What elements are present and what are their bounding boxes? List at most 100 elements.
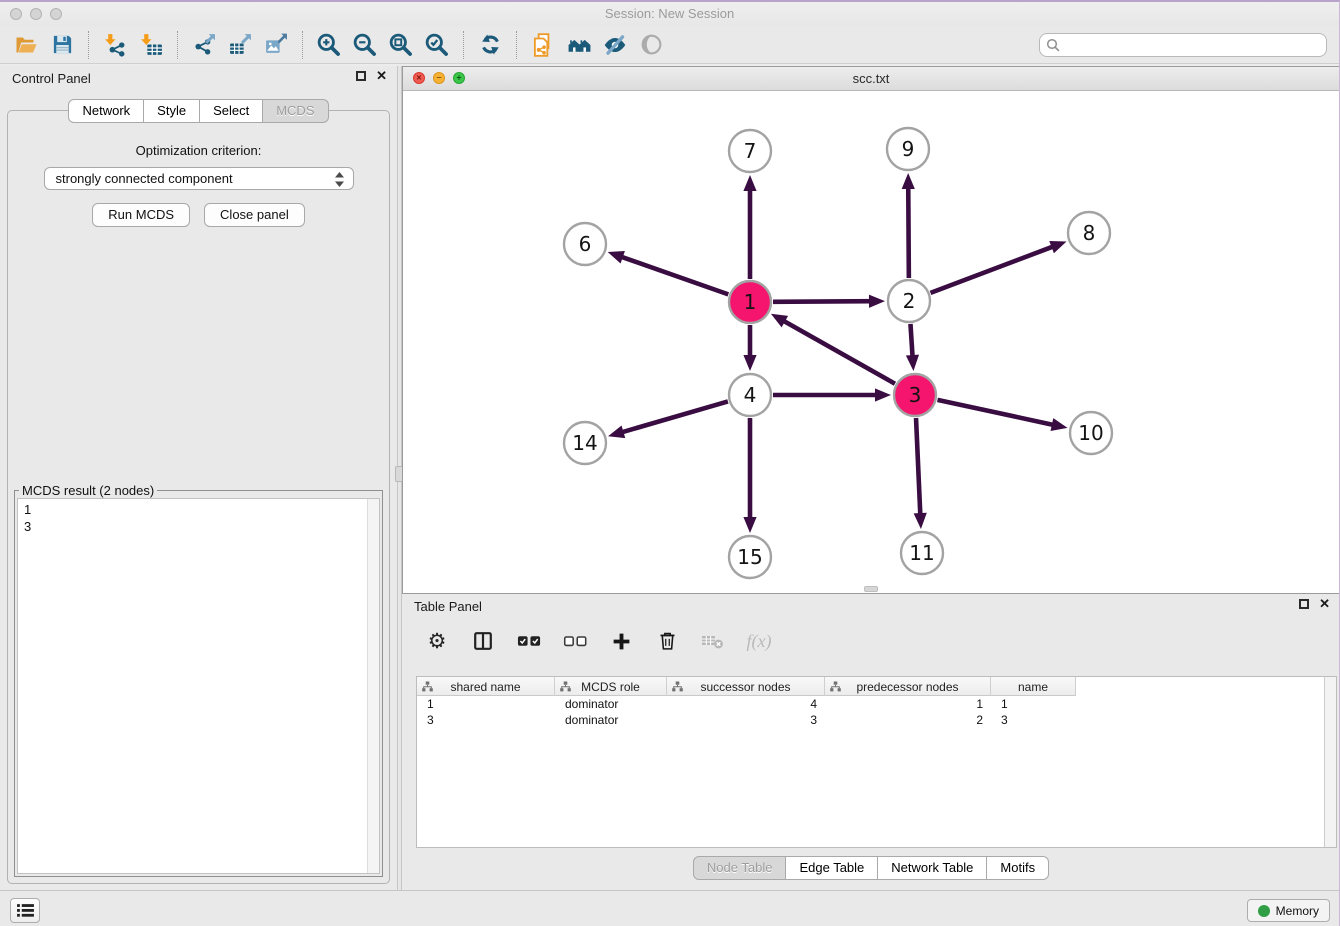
tab-network-table[interactable]: Network Table: [878, 856, 987, 880]
close-table-panel-icon[interactable]: ✕: [1319, 599, 1330, 609]
table-cell[interactable]: 1: [825, 697, 991, 711]
memory-button[interactable]: Memory: [1247, 899, 1330, 922]
criterion-dropdown[interactable]: strongly connected component: [44, 167, 354, 190]
search-icon: [1046, 38, 1061, 53]
export-image-button[interactable]: [258, 29, 294, 61]
graph-node-label-6: 6: [579, 232, 592, 256]
task-history-button[interactable]: [10, 898, 40, 923]
graph-edge-2-9[interactable]: [908, 186, 909, 278]
column-header-predecessor-nodes[interactable]: predecessor nodes: [825, 677, 991, 696]
graph-edge-arrowhead: [875, 388, 891, 401]
graph-edge-3-10[interactable]: [937, 400, 1054, 425]
mcds-result-title: MCDS result (2 nodes): [19, 483, 157, 498]
graph-edge-3-11[interactable]: [916, 418, 920, 516]
float-table-panel-icon[interactable]: [1299, 599, 1309, 609]
refresh-layout-button[interactable]: [472, 29, 508, 61]
save-session-button[interactable]: [44, 29, 80, 61]
close-panel-button[interactable]: Close panel: [204, 203, 305, 227]
tab-select[interactable]: Select: [200, 99, 263, 123]
search-field-wrap: [1039, 33, 1327, 57]
table-panel-title: Table Panel: [414, 599, 482, 614]
main-toolbar: [0, 26, 1339, 64]
table-cell[interactable]: dominator: [555, 697, 667, 711]
table-mode-button[interactable]: ⚙: [424, 626, 450, 656]
import-table-button[interactable]: [133, 29, 169, 61]
graph-node-label-2: 2: [903, 289, 916, 313]
mcds-result-text[interactable]: 1 3: [18, 499, 367, 873]
graph-edge-4-14[interactable]: [621, 401, 728, 432]
graph-edge-3-1[interactable]: [782, 320, 895, 384]
open-folder-icon: [13, 33, 39, 57]
task-list-icon: [16, 903, 35, 918]
first-neighbors-button[interactable]: [561, 29, 597, 61]
status-bar: Memory: [0, 890, 1339, 926]
close-panel-icon[interactable]: ✕: [376, 71, 387, 81]
column-header-name[interactable]: name: [991, 677, 1076, 696]
tab-mcds[interactable]: MCDS: [263, 99, 328, 123]
graph-edge-1-6[interactable]: [620, 256, 728, 294]
float-panel-icon[interactable]: [356, 71, 366, 81]
export-network-icon: [192, 32, 217, 57]
zoom-selected-button[interactable]: [419, 29, 455, 61]
export-table-button[interactable]: [222, 29, 258, 61]
unselect-all-columns-button[interactable]: [562, 626, 588, 656]
delete-columns-button[interactable]: [654, 626, 680, 656]
tab-node-table[interactable]: Node Table: [693, 856, 787, 880]
column-header-mcds-role[interactable]: MCDS role: [555, 677, 667, 696]
result-scrollbar[interactable]: [367, 499, 379, 873]
column-header-shared-name[interactable]: shared name: [417, 677, 555, 696]
table-cell[interactable]: 2: [825, 713, 991, 727]
table-cell[interactable]: dominator: [555, 713, 667, 727]
tab-edge-table[interactable]: Edge Table: [786, 856, 878, 880]
table-cell[interactable]: 4: [667, 697, 825, 711]
table-cell[interactable]: 1: [417, 697, 555, 711]
node-table: shared nameMCDS rolesuccessor nodesprede…: [416, 676, 1337, 848]
search-input[interactable]: [1039, 33, 1327, 57]
zoom-out-button[interactable]: [347, 29, 383, 61]
control-panel-title: Control Panel: [12, 71, 91, 86]
create-column-button[interactable]: [608, 626, 634, 656]
graph-edge-2-3[interactable]: [910, 324, 912, 358]
dropdown-arrows-icon: [335, 172, 344, 187]
table-cell[interactable]: 3: [991, 713, 1076, 727]
graph-edge-2-8[interactable]: [931, 246, 1055, 293]
window-title: Session: New Session: [0, 6, 1339, 21]
tab-style[interactable]: Style: [144, 99, 200, 123]
select-all-columns-button[interactable]: [516, 626, 542, 656]
graph-edge-1-2[interactable]: [773, 301, 872, 302]
table-row[interactable]: 1dominator411: [417, 696, 1336, 712]
hide-selected-button[interactable]: [597, 29, 633, 61]
zoom-in-button[interactable]: [311, 29, 347, 61]
table-cell[interactable]: 3: [417, 713, 555, 727]
show-all-button[interactable]: [633, 29, 669, 61]
column-header-successor-nodes[interactable]: successor nodes: [667, 677, 825, 696]
toggle-columns-button[interactable]: [470, 626, 496, 656]
network-graph[interactable]: 7968124314101511: [403, 91, 1339, 593]
graph-node-label-1: 1: [744, 290, 757, 314]
tab-network[interactable]: Network: [68, 99, 144, 123]
clone-network-button[interactable]: [525, 29, 561, 61]
table-tabs: Node TableEdge TableNetwork TableMotifs: [402, 856, 1340, 880]
control-panel-header: Control Panel ✕: [0, 66, 397, 90]
export-network-button[interactable]: [186, 29, 222, 61]
table-cell[interactable]: 1: [991, 697, 1076, 711]
import-network-button[interactable]: [97, 29, 133, 61]
zoom-fit-button[interactable]: [383, 29, 419, 61]
open-session-button[interactable]: [8, 29, 44, 61]
delete-table-button[interactable]: [700, 626, 726, 656]
canvas-splitter-grip[interactable]: [864, 586, 878, 592]
network-canvas[interactable]: 7968124314101511: [403, 91, 1339, 593]
control-panel: Control Panel ✕ NetworkStyleSelectMCDS O…: [0, 66, 397, 890]
toolbar-separator: [302, 31, 303, 59]
gear-icon: ⚙: [428, 631, 447, 652]
tab-motifs[interactable]: Motifs: [987, 856, 1049, 880]
graph-edge-arrowhead: [608, 425, 625, 438]
function-builder-button[interactable]: f(x): [746, 626, 772, 656]
table-scrollbar[interactable]: [1324, 677, 1336, 847]
run-mcds-button[interactable]: Run MCDS: [92, 203, 190, 227]
table-cell[interactable]: 3: [667, 713, 825, 727]
table-row[interactable]: 3dominator323: [417, 712, 1336, 728]
graph-edge-arrowhead: [743, 355, 756, 371]
graph-edge-arrowhead: [902, 173, 915, 189]
zoom-out-icon: [352, 32, 378, 58]
